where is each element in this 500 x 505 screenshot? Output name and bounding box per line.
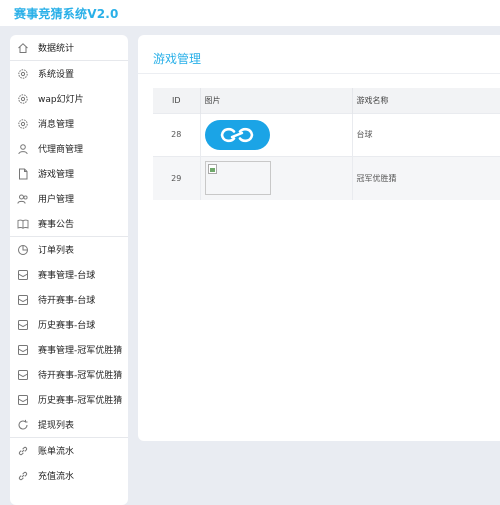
table-row[interactable]: 29 冠军优胜猜 [153, 155, 500, 200]
sidebar-item-label: 历史赛事-冠军优胜猜 [38, 396, 123, 406]
table-header-row: ID 图片 游戏名称 [153, 88, 500, 113]
sidebar-item-users[interactable]: 用户管理 [10, 186, 128, 211]
gear-icon [17, 68, 29, 80]
gear-icon [17, 93, 29, 105]
cell-id: 28 [153, 112, 201, 156]
sidebar-item-label: 账单流水 [38, 447, 75, 457]
link-icon [17, 470, 29, 482]
mail-icon [17, 269, 29, 281]
book-icon [17, 218, 29, 230]
sidebar-item-label: 游戏管理 [38, 170, 75, 180]
sidebar-item-label: 订单列表 [38, 246, 75, 256]
sidebar-item-label: 赛事管理-台球 [38, 271, 96, 281]
sidebar-item-label: wap幻灯片 [38, 95, 84, 105]
sidebar-item-billiards-events[interactable]: 赛事管理-台球 [10, 262, 128, 287]
sidebar-item-label: 用户管理 [38, 195, 75, 205]
link-icon [17, 445, 29, 457]
menu-group-system: 系统设置 wap幻灯片 消息管理 代理商管理 游戏管理 用户管理 赛事公告 [10, 60, 128, 236]
sidebar-item-withdrawals[interactable]: 提现列表 [10, 412, 128, 437]
cell-image [200, 155, 353, 200]
mail-icon [17, 369, 29, 381]
sidebar-item-agents[interactable]: 代理商管理 [10, 136, 128, 161]
mail-icon [17, 319, 29, 331]
mail-icon [17, 394, 29, 406]
sidebar-item-recharge-flow[interactable]: 充值流水 [10, 463, 128, 488]
top-bar: 赛事竞猜系统V2.0 [0, 0, 500, 26]
page-title: 游戏管理 [153, 52, 202, 66]
sidebar-item-label: 数据统计 [38, 44, 75, 54]
sidebar-item-champion-history[interactable]: 历史赛事-冠军优胜猜 [10, 387, 128, 412]
sidebar-item-label: 消息管理 [38, 120, 75, 130]
cell-id: 29 [153, 155, 201, 200]
sidebar-item-dashboard[interactable]: 数据统计 [10, 35, 128, 60]
sidebar-item-games[interactable]: 游戏管理 [10, 161, 128, 186]
sidebar-item-label: 充值流水 [38, 472, 75, 482]
title-divider [138, 73, 500, 74]
mail-icon [17, 344, 29, 356]
sidebar-item-billiards-history[interactable]: 历史赛事-台球 [10, 312, 128, 337]
menu-group-overview: 数据统计 [10, 35, 128, 60]
mail-icon [17, 294, 29, 306]
games-table: ID 图片 游戏名称 28 台球 29 冠军优胜猜 [153, 88, 500, 200]
table-row[interactable]: 28 台球 [153, 112, 500, 156]
pie-chart-icon [17, 244, 29, 256]
sidebar-item-champion-events[interactable]: 赛事管理-冠军优胜猜 [10, 337, 128, 362]
broken-image-placeholder [204, 161, 271, 196]
sidebar-item-label: 历史赛事-台球 [38, 321, 96, 331]
cell-name: 冠军优胜猜 [352, 155, 500, 200]
document-icon [17, 168, 29, 180]
loop-logo-icon [220, 127, 254, 142]
sidebar-item-wap-slides[interactable]: wap幻灯片 [10, 86, 128, 111]
app-title: 赛事竞猜系统V2.0 [14, 7, 119, 21]
column-header-name: 游戏名称 [352, 88, 500, 113]
sidebar-item-label: 赛事管理-冠军优胜猜 [38, 346, 123, 356]
column-header-id: ID [153, 88, 201, 113]
sidebar-item-messages[interactable]: 消息管理 [10, 111, 128, 136]
broken-image-icon [207, 164, 217, 175]
cell-name: 台球 [352, 112, 500, 156]
refresh-icon [17, 419, 29, 431]
sidebar: 数据统计 系统设置 wap幻灯片 消息管理 代理商管理 游戏管理 用户管理 赛事… [10, 35, 128, 505]
menu-group-finance: 账单流水 充值流水 [10, 437, 128, 488]
sidebar-item-label: 赛事公告 [38, 220, 75, 230]
sidebar-item-label: 待开赛事-冠军优胜猜 [38, 371, 123, 381]
sidebar-item-bill-flow[interactable]: 账单流水 [10, 438, 128, 463]
sidebar-item-label: 系统设置 [38, 70, 75, 80]
users-icon [17, 193, 29, 205]
user-icon [17, 143, 29, 155]
menu-group-events: 订单列表 赛事管理-台球 待开赛事-台球 历史赛事-台球 赛事管理-冠军优胜猜 [10, 236, 128, 437]
main-panel: 游戏管理 ID 图片 游戏名称 28 台球 29 冠军优胜猜 [138, 35, 500, 441]
sidebar-item-system-settings[interactable]: 系统设置 [10, 61, 128, 86]
game-logo-image [204, 119, 270, 150]
sidebar-item-label: 待开赛事-台球 [38, 296, 96, 306]
sidebar-item-label: 代理商管理 [38, 145, 84, 155]
gear-icon [17, 118, 29, 130]
home-icon [17, 42, 29, 54]
sidebar-item-announcements[interactable]: 赛事公告 [10, 211, 128, 236]
sidebar-item-billiards-upcoming[interactable]: 待开赛事-台球 [10, 287, 128, 312]
column-header-image: 图片 [200, 88, 353, 113]
sidebar-item-orders[interactable]: 订单列表 [10, 237, 128, 262]
sidebar-item-champion-upcoming[interactable]: 待开赛事-冠军优胜猜 [10, 362, 128, 387]
sidebar-item-label: 提现列表 [38, 421, 75, 431]
cell-image [200, 112, 353, 156]
